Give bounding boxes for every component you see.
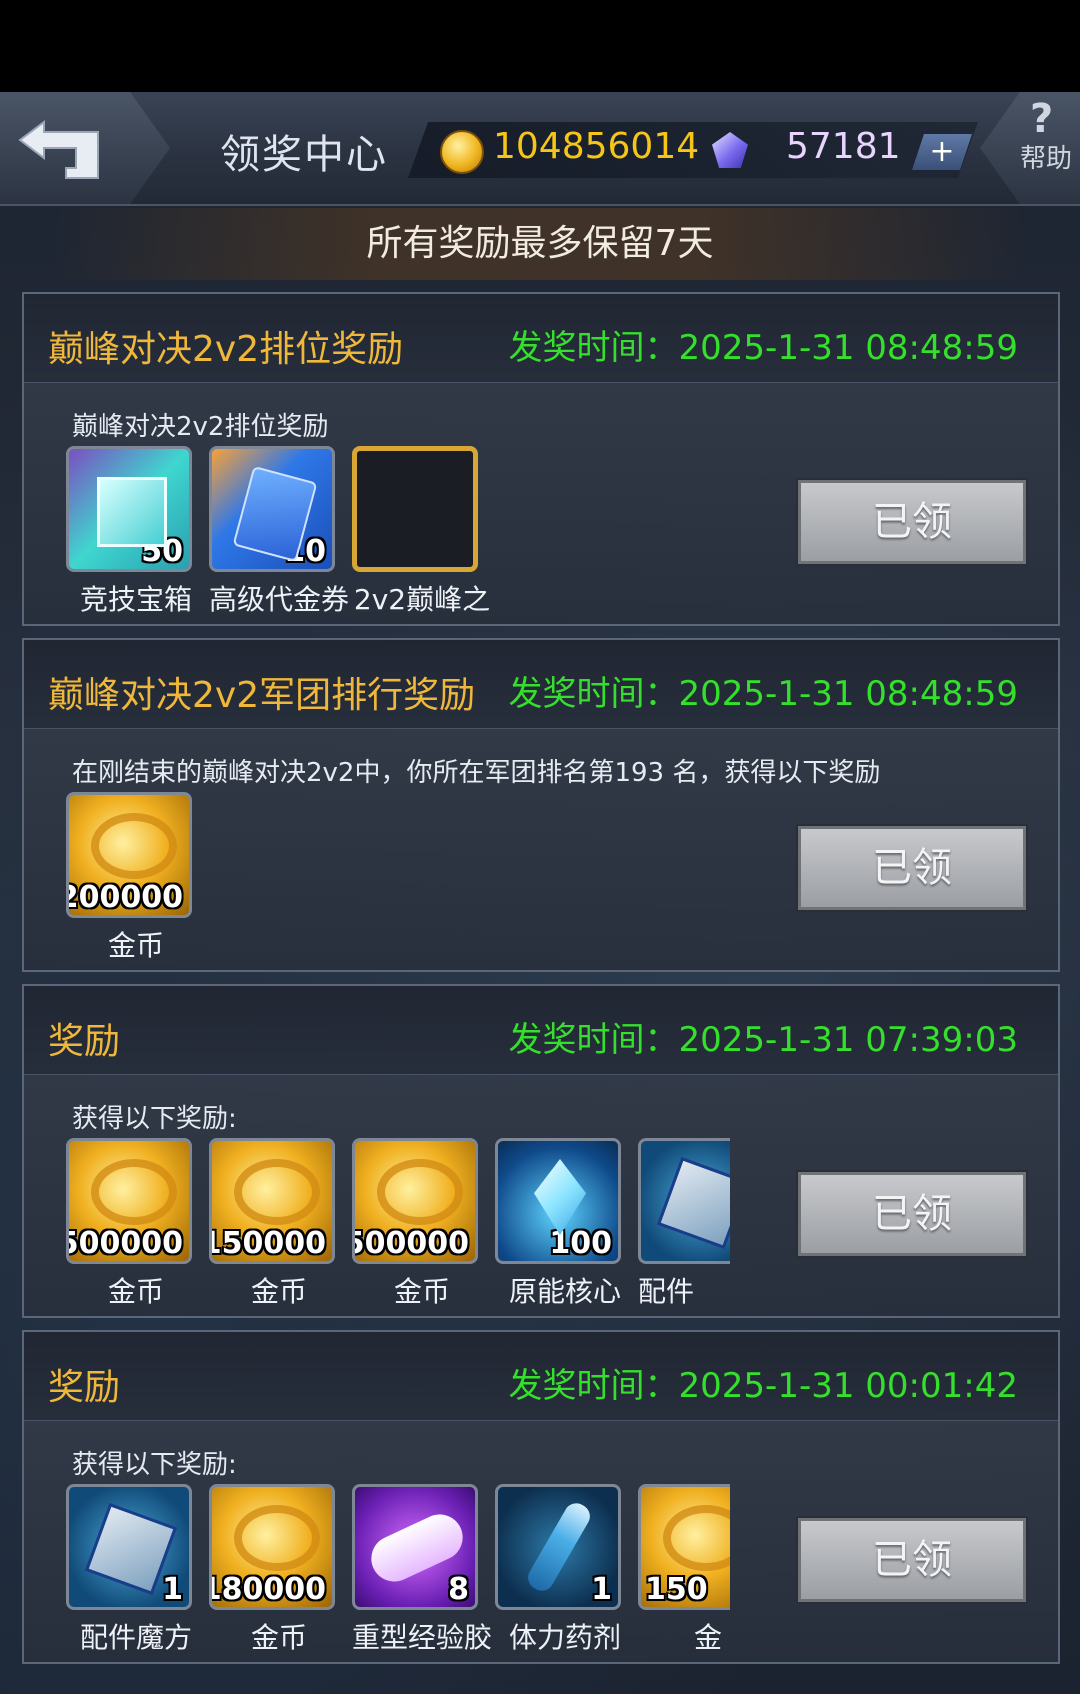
- card-header: 奖励 发奖时间：2025-1-31 07:39:03: [24, 986, 1058, 1075]
- item-name: 重型经验胶: [352, 1621, 492, 1654]
- card-time: 发奖时间：2025-1-31 00:01:42: [508, 1366, 1018, 1406]
- retention-notice: 所有奖励最多保留7天: [0, 208, 1080, 280]
- item-count: 100: [549, 1226, 612, 1261]
- item-name: 2v2巅峰之: [353, 583, 491, 616]
- exp-capsule-icon: 8: [352, 1484, 478, 1610]
- card-title: 奖励: [48, 1021, 121, 1062]
- page-title: 领奖中心: [220, 132, 388, 178]
- reward-items: 50 竞技宝箱 10 高级代金券 2v2巅峰之: [66, 446, 726, 626]
- claimed-button[interactable]: 已领: [798, 1172, 1026, 1256]
- card-title: 巅峰对决2v2排位奖励: [48, 329, 404, 370]
- coin-balance: 104856014: [493, 126, 700, 167]
- crystal-icon: 100: [495, 1138, 621, 1264]
- gold-coins-icon: 200000: [66, 792, 192, 918]
- item-name: 体力药剂: [508, 1621, 621, 1654]
- card-time: 发奖时间：2025-1-31 08:48:59: [508, 674, 1018, 714]
- card-title: 奖励: [48, 1367, 121, 1408]
- card-description: 在刚结束的巅峰对决2v2中，你所在军团排名第193 名，获得以下奖励: [72, 758, 881, 788]
- reward-card: 巅峰对决2v2排位奖励 发奖时间：2025-1-31 08:48:59 巅峰对决…: [22, 292, 1060, 626]
- item-count: 180000: [209, 1572, 326, 1607]
- item-name: 金币: [107, 929, 164, 962]
- item-count: 150000: [209, 1226, 326, 1261]
- cube-icon: 1: [66, 1484, 192, 1610]
- help-icon: ?: [1030, 96, 1054, 142]
- coin-icon: [440, 130, 484, 174]
- card-title: 巅峰对决2v2军团排行奖励: [48, 675, 476, 716]
- item-count: 8: [448, 1572, 469, 1607]
- reward-card: 巅峰对决2v2军团排行奖励 发奖时间：2025-1-31 08:48:59 在刚…: [22, 638, 1060, 972]
- voucher-icon: 10: [209, 446, 335, 572]
- item-count: 150: [645, 1572, 708, 1607]
- card-description: 获得以下奖励:: [72, 1450, 237, 1480]
- card-time: 发奖时间：2025-1-31 08:48:59: [508, 328, 1018, 368]
- gold-coins-icon: 500000: [66, 1138, 192, 1264]
- item-name: 金币: [107, 1275, 164, 1308]
- claimed-button[interactable]: 已领: [798, 826, 1026, 910]
- cube-icon: [638, 1138, 730, 1264]
- item-name: 金币: [250, 1275, 307, 1308]
- gold-coins-icon: 150000: [209, 1138, 335, 1264]
- gold-coins-icon: 180000: [209, 1484, 335, 1610]
- item-name: 配件: [638, 1275, 695, 1308]
- item-count: 200000: [66, 880, 183, 915]
- card-description: 巅峰对决2v2排位奖励: [72, 412, 329, 442]
- item-count: 500000: [352, 1226, 469, 1261]
- reward-card: 奖励 发奖时间：2025-1-31 07:39:03 获得以下奖励: 50000…: [22, 984, 1060, 1318]
- item-count: 50: [141, 534, 183, 569]
- item-count: 500000: [66, 1226, 183, 1261]
- gem-balance: 57181: [786, 126, 901, 167]
- item-name: 金币: [393, 1275, 450, 1308]
- item-name: 金: [693, 1621, 722, 1654]
- avatar-frame-icon: [352, 446, 478, 572]
- item-name: 配件魔方: [79, 1621, 192, 1654]
- item-name: 高级代金券: [209, 583, 349, 616]
- card-header: 巅峰对决2v2军团排行奖励 发奖时间：2025-1-31 08:48:59: [24, 640, 1058, 729]
- reward-items: 1 配件魔方 180000 金币 8 重型经验胶 1 体力药剂 150 金: [66, 1484, 730, 1664]
- claimed-button[interactable]: 已领: [798, 1518, 1026, 1602]
- item-count: 1: [591, 1572, 612, 1607]
- help-label: 帮助: [1020, 144, 1073, 174]
- gold-coins-icon: 500000: [352, 1138, 478, 1264]
- card-description: 获得以下奖励:: [72, 1104, 237, 1134]
- gold-coins-icon: 150: [638, 1484, 730, 1610]
- item-count: 1: [162, 1572, 183, 1607]
- gift-box-icon: 50: [66, 446, 192, 572]
- item-name: 金币: [250, 1621, 307, 1654]
- reward-items: 200000 金币: [66, 792, 726, 972]
- reward-card: 奖励 发奖时间：2025-1-31 00:01:42 获得以下奖励: 1 配件魔…: [22, 1330, 1060, 1664]
- card-header: 奖励 发奖时间：2025-1-31 00:01:42: [24, 1332, 1058, 1421]
- item-name: 竞技宝箱: [79, 583, 192, 616]
- card-header: 巅峰对决2v2排位奖励 发奖时间：2025-1-31 08:48:59: [24, 294, 1058, 383]
- reward-items: 500000 金币 150000 金币 500000 金币 100 原能核心 配…: [66, 1138, 730, 1318]
- back-arrow-icon: [18, 120, 99, 179]
- card-time: 发奖时间：2025-1-31 07:39:03: [508, 1020, 1018, 1060]
- item-count: 10: [284, 534, 326, 569]
- item-name: 原能核心: [508, 1275, 621, 1308]
- potion-icon: 1: [495, 1484, 621, 1610]
- claimed-button[interactable]: 已领: [798, 480, 1026, 564]
